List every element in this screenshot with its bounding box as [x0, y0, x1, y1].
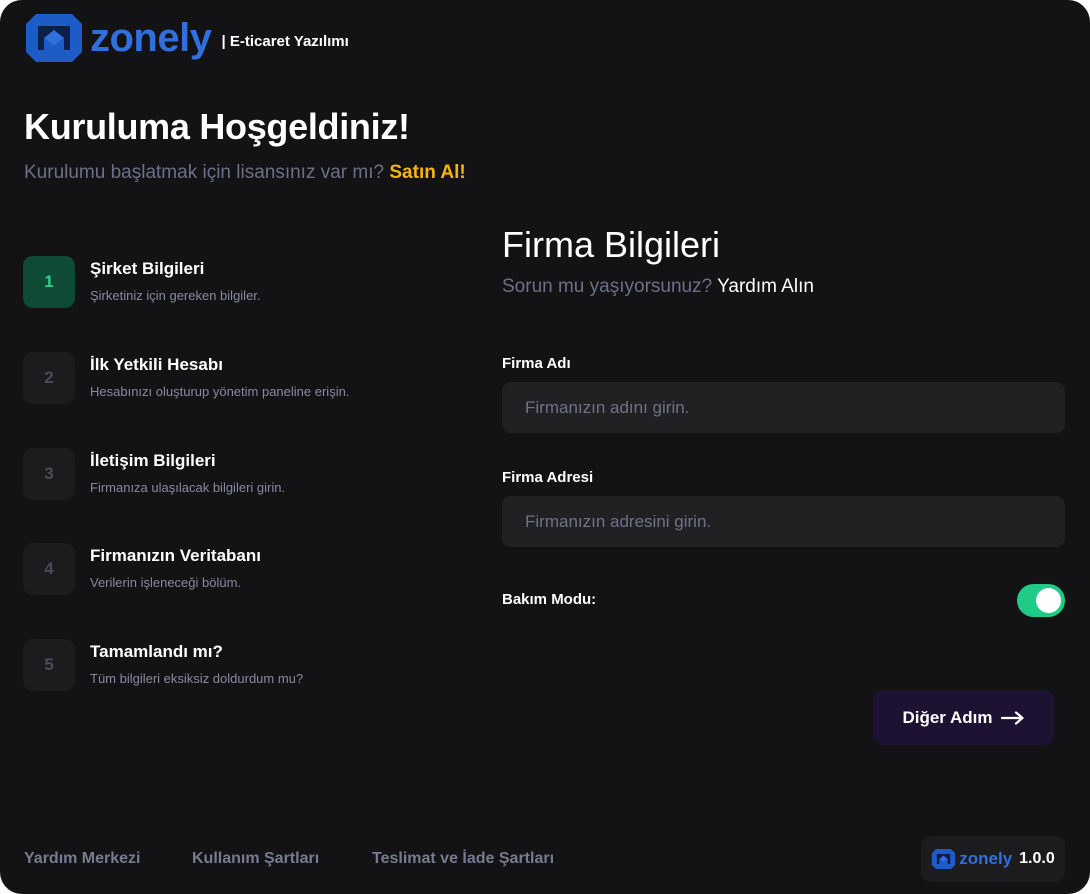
buy-link[interactable]: Satın Al! — [389, 162, 465, 183]
step-number: 5 — [23, 639, 75, 691]
maintenance-mode-label: Bakım Modu: — [502, 591, 597, 608]
step-title: Tamamlandı mı? — [90, 642, 223, 661]
step-completed[interactable]: 5 Tamamlandı mı? Tüm bilgileri eksiksiz … — [23, 639, 463, 695]
step-number: 4 — [23, 543, 75, 595]
form-title: Firma Bilgileri — [502, 224, 721, 265]
welcome-subtitle: Kurulumu başlatmak için lisansınız var m… — [24, 162, 466, 184]
welcome-title: Kuruluma Hoşgeldiniz! — [24, 106, 410, 147]
company-address-label: Firma Adresi — [502, 469, 594, 486]
step-title: Firmanızın Veritabanı — [90, 546, 261, 565]
version-brand-name: zonely — [959, 849, 1013, 868]
step-description: Hesabınızı oluşturup yönetim paneline er… — [90, 384, 350, 399]
company-name-input[interactable] — [502, 382, 1065, 433]
step-description: Firmanıza ulaşılacak bilgileri girin. — [90, 480, 286, 495]
step-title: İletişim Bilgileri — [90, 451, 216, 470]
step-number: 1 — [23, 256, 75, 308]
step-contact-info[interactable]: 3 İletişim Bilgileri Firmanıza ulaşılaca… — [23, 448, 463, 504]
step-title: Şirket Bilgileri — [90, 259, 205, 278]
brand-tagline: | E-ticaret Yazılımı — [221, 32, 349, 50]
form-help: Sorun mu yaşıyorsunuz? Yardım Alın — [502, 276, 814, 298]
brand: zonely | E-ticaret Yazılımı — [24, 12, 349, 64]
next-step-label: Diğer Adım — [902, 707, 993, 727]
toggle-knob — [1036, 588, 1061, 613]
step-number: 3 — [23, 448, 75, 500]
company-address-input[interactable] — [502, 496, 1065, 547]
step-company-info[interactable]: 1 Şirket Bilgileri Şirketiniz için gerek… — [23, 256, 463, 312]
company-name-label: Firma Adı — [502, 355, 571, 372]
step-title: İlk Yetkili Hesabı — [90, 355, 223, 374]
step-description: Verilerin işleneceği bölüm. — [90, 575, 242, 590]
step-database[interactable]: 4 Firmanızın Veritabanı Verilerin işlene… — [23, 543, 463, 599]
maintenance-mode-toggle[interactable] — [1017, 584, 1065, 617]
footer-link-delivery-return[interactable]: Teslimat ve İade Şartları — [372, 850, 554, 868]
footer-link-terms-of-use[interactable]: Kullanım Şartları — [192, 850, 319, 868]
version-number: 1.0.0 — [1019, 850, 1055, 867]
license-question: Kurulumu başlatmak için lisansınız var m… — [24, 162, 385, 183]
step-number: 2 — [23, 352, 75, 404]
step-description: Şirketiniz için gereken bilgiler. — [90, 288, 261, 303]
help-question: Sorun mu yaşıyorsunuz? — [502, 276, 713, 297]
next-step-button[interactable]: Diğer Adım — [873, 690, 1054, 745]
zonely-logo-icon — [932, 849, 956, 869]
footer-link-help-center[interactable]: Yardım Merkezi — [24, 850, 141, 868]
help-link[interactable]: Yardım Alın — [717, 276, 814, 297]
arrow-right-icon — [1000, 710, 1024, 725]
installer-window: zonely | E-ticaret Yazılımı Kuruluma Hoş… — [0, 0, 1090, 894]
brand-name: zonely — [90, 15, 212, 60]
step-first-admin[interactable]: 2 İlk Yetkili Hesabı Hesabınızı oluşturu… — [23, 352, 463, 408]
step-description: Tüm bilgileri eksiksiz doldurdum mu? — [90, 671, 304, 686]
version-badge: zonely 1.0.0 — [921, 836, 1065, 882]
zonely-logo-icon — [26, 14, 82, 62]
